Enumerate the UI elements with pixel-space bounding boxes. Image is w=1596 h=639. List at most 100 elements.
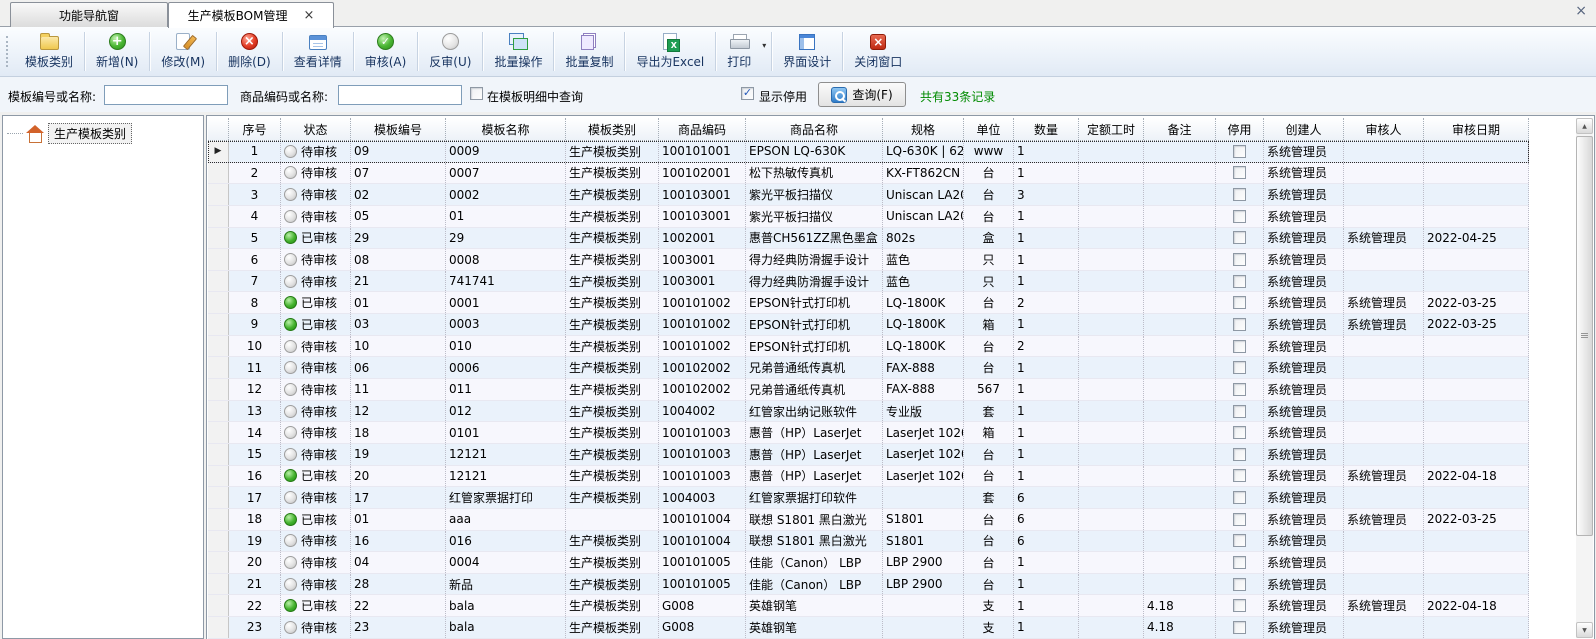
- column-header-name[interactable]: 模板名称: [446, 118, 566, 140]
- table-row[interactable]: 7待审核21741741生产模板类别1003001得力经典防滑握手设计蓝色只1系…: [208, 271, 1529, 293]
- search-in-detail-checkbox[interactable]: [470, 87, 483, 100]
- disabled-checkbox[interactable]: [1233, 578, 1246, 591]
- vertical-scrollbar[interactable]: ▲ ▼: [1576, 118, 1593, 638]
- column-header-disabled[interactable]: 停用: [1216, 118, 1264, 140]
- disabled-checkbox[interactable]: [1233, 188, 1246, 201]
- table-row[interactable]: 9已审核030003生产模板类别100101002EPSON针式打印机LQ-18…: [208, 314, 1529, 336]
- toolbar-button-excel[interactable]: 导出为Excel: [625, 27, 715, 76]
- row-indicator: [208, 184, 229, 205]
- disabled-checkbox[interactable]: [1233, 448, 1246, 461]
- scrollbar-thumb[interactable]: [1576, 136, 1593, 536]
- product-filter-input[interactable]: [338, 85, 462, 105]
- row-indicator: [208, 487, 229, 508]
- template-filter-input[interactable]: [104, 85, 228, 105]
- tree-node-root[interactable]: 生产模板类别: [7, 123, 132, 144]
- disabled-checkbox[interactable]: [1233, 318, 1246, 331]
- disabled-checkbox[interactable]: [1233, 513, 1246, 526]
- table-row[interactable]: 16已审核2012121生产模板类别100101003惠普（HP）LaserJe…: [208, 466, 1529, 488]
- toolbar-grip-icon[interactable]: [6, 36, 9, 67]
- table-row[interactable]: 13待审核12012生产模板类别1004002红管家出纳记账软件专业版套1系统管…: [208, 401, 1529, 423]
- column-header-unit[interactable]: 单位: [964, 118, 1014, 140]
- disabled-checkbox[interactable]: [1233, 556, 1246, 569]
- disabled-checkbox[interactable]: [1233, 534, 1246, 547]
- cell-auditor: 系统管理员: [1344, 466, 1424, 487]
- disabled-checkbox[interactable]: [1233, 166, 1246, 179]
- column-header-remark[interactable]: 备注: [1144, 118, 1216, 140]
- table-row[interactable]: 15待审核1912121生产模板类别100101003惠普（HP）LaserJe…: [208, 444, 1529, 466]
- table-row[interactable]: 14待审核180101生产模板类别100101003惠普（HP）LaserJet…: [208, 422, 1529, 444]
- table-row[interactable]: 21待审核28新品生产模板类别100101005佳能（Canon） LBPLBP…: [208, 574, 1529, 596]
- column-header-code[interactable]: 模板编号: [351, 118, 446, 140]
- copy-icon: [580, 33, 598, 50]
- table-row[interactable]: 17待审核17红管家票据打印生产模板类别1004003红管家票据打印软件套6系统…: [208, 487, 1529, 509]
- disabled-checkbox[interactable]: [1233, 231, 1246, 244]
- disabled-checkbox[interactable]: [1233, 469, 1246, 482]
- table-row[interactable]: 18已审核01aaa100101004联想 S1801 黑白激光S1801台6系…: [208, 509, 1529, 531]
- table-row[interactable]: 22已审核22bala生产模板类别G008英雄钢笔支14.18系统管理员系统管理…: [208, 595, 1529, 617]
- disabled-checkbox[interactable]: [1233, 426, 1246, 439]
- table-row[interactable]: 10待审核10010生产模板类别100101002EPSON针式打印机LQ-18…: [208, 336, 1529, 358]
- column-header-status[interactable]: 状态: [281, 118, 351, 140]
- column-header-creator[interactable]: 创建人: [1264, 118, 1344, 140]
- disabled-checkbox[interactable]: [1233, 405, 1246, 418]
- dropdown-arrow-icon[interactable]: ▾: [762, 41, 766, 50]
- table-row[interactable]: 12待审核11011生产模板类别100102002兄弟普通纸传真机FAX-888…: [208, 379, 1529, 401]
- toolbar-button-del[interactable]: 删除(D): [217, 27, 282, 76]
- cell-code: 04: [351, 552, 446, 573]
- close-icon[interactable]: ×: [1575, 4, 1587, 18]
- toolbar-button-detail[interactable]: 查看详情: [283, 27, 353, 76]
- column-header-spec[interactable]: 规格: [883, 118, 964, 140]
- table-row[interactable]: 8已审核010001生产模板类别100101002EPSON针式打印机LQ-18…: [208, 292, 1529, 314]
- disabled-checkbox[interactable]: [1233, 383, 1246, 396]
- disabled-checkbox[interactable]: [1233, 361, 1246, 374]
- cell-category: 生产模板类别: [566, 292, 659, 313]
- disabled-checkbox[interactable]: [1233, 145, 1246, 158]
- table-row[interactable]: 2待审核070007生产模板类别100102001松下热敏传真机KX-FT862…: [208, 163, 1529, 185]
- disabled-checkbox[interactable]: [1233, 340, 1246, 353]
- toolbar-button-copy[interactable]: 批量复制: [554, 27, 624, 76]
- disabled-checkbox[interactable]: [1233, 296, 1246, 309]
- disabled-checkbox[interactable]: [1233, 621, 1246, 634]
- table-row[interactable]: 4待审核0501生产模板类别100103001紫光平板扫描仪Uniscan LA…: [208, 206, 1529, 228]
- disabled-checkbox[interactable]: [1233, 599, 1246, 612]
- toolbar-button-unaudit[interactable]: 反审(U): [418, 27, 482, 76]
- cell-unit: 台: [964, 531, 1014, 552]
- column-header-category[interactable]: 模板类别: [566, 118, 659, 140]
- toolbar-button-add[interactable]: 新增(N): [85, 27, 149, 76]
- tab-function-navigation[interactable]: 功能导航窗: [10, 2, 168, 27]
- tab-close-icon[interactable]: ×: [303, 9, 314, 22]
- column-header-audit_date[interactable]: 审核日期: [1424, 118, 1529, 140]
- toolbar-button-batch[interactable]: 批量操作: [483, 27, 553, 76]
- column-header-product_code[interactable]: 商品编码: [659, 118, 746, 140]
- toolbar-button-edit[interactable]: 修改(M): [150, 27, 216, 76]
- disabled-checkbox[interactable]: [1233, 491, 1246, 504]
- cell-remark: [1144, 509, 1216, 530]
- toolbar-button-closewin[interactable]: 关闭窗口: [843, 27, 913, 76]
- table-row[interactable]: 20待审核040004生产模板类别100101005佳能（Canon） LBPL…: [208, 552, 1529, 574]
- table-row[interactable]: ▶1待审核090009生产模板类别100101001EPSON LQ-630KL…: [208, 141, 1529, 163]
- show-disabled-checkbox[interactable]: [741, 87, 754, 100]
- disabled-checkbox[interactable]: [1233, 275, 1246, 288]
- toolbar-button-folder[interactable]: 模板类别: [14, 27, 84, 76]
- scroll-down-icon[interactable]: ▼: [1576, 622, 1593, 638]
- tab-bom-management[interactable]: 生产模板BOM管理 ×: [168, 2, 334, 28]
- toolbar-button-print[interactable]: 打印▾: [716, 27, 771, 76]
- table-row[interactable]: 3待审核020002生产模板类别100103001紫光平板扫描仪Uniscan …: [208, 184, 1529, 206]
- table-row[interactable]: 11待审核060006生产模板类别100102002兄弟普通纸传真机FAX-88…: [208, 357, 1529, 379]
- column-header-seq[interactable]: 序号: [229, 118, 281, 140]
- cell-seq: 21: [229, 574, 281, 595]
- table-row[interactable]: 19待审核16016生产模板类别100101004联想 S1801 黑白激光S1…: [208, 531, 1529, 553]
- table-row[interactable]: 23待审核23bala生产模板类别G008英雄钢笔支14.18系统管理员: [208, 617, 1529, 639]
- table-row[interactable]: 6待审核080008生产模板类别1003001得力经典防滑握手设计蓝色只1系统管…: [208, 249, 1529, 271]
- toolbar-button-design[interactable]: 界面设计: [772, 27, 842, 76]
- query-button[interactable]: 查询(F): [818, 82, 906, 107]
- column-header-qty[interactable]: 数量: [1014, 118, 1079, 140]
- table-row[interactable]: 5已审核2929生产模板类别1002001惠普CH561ZZ黑色墨盒802s盒1…: [208, 228, 1529, 250]
- toolbar-button-audit[interactable]: 审核(A): [354, 27, 418, 76]
- column-header-product_name[interactable]: 商品名称: [746, 118, 883, 140]
- column-header-auditor[interactable]: 审核人: [1344, 118, 1424, 140]
- disabled-checkbox[interactable]: [1233, 253, 1246, 266]
- column-header-hours[interactable]: 定额工时: [1079, 118, 1144, 140]
- disabled-checkbox[interactable]: [1233, 210, 1246, 223]
- scroll-up-icon[interactable]: ▲: [1576, 118, 1593, 134]
